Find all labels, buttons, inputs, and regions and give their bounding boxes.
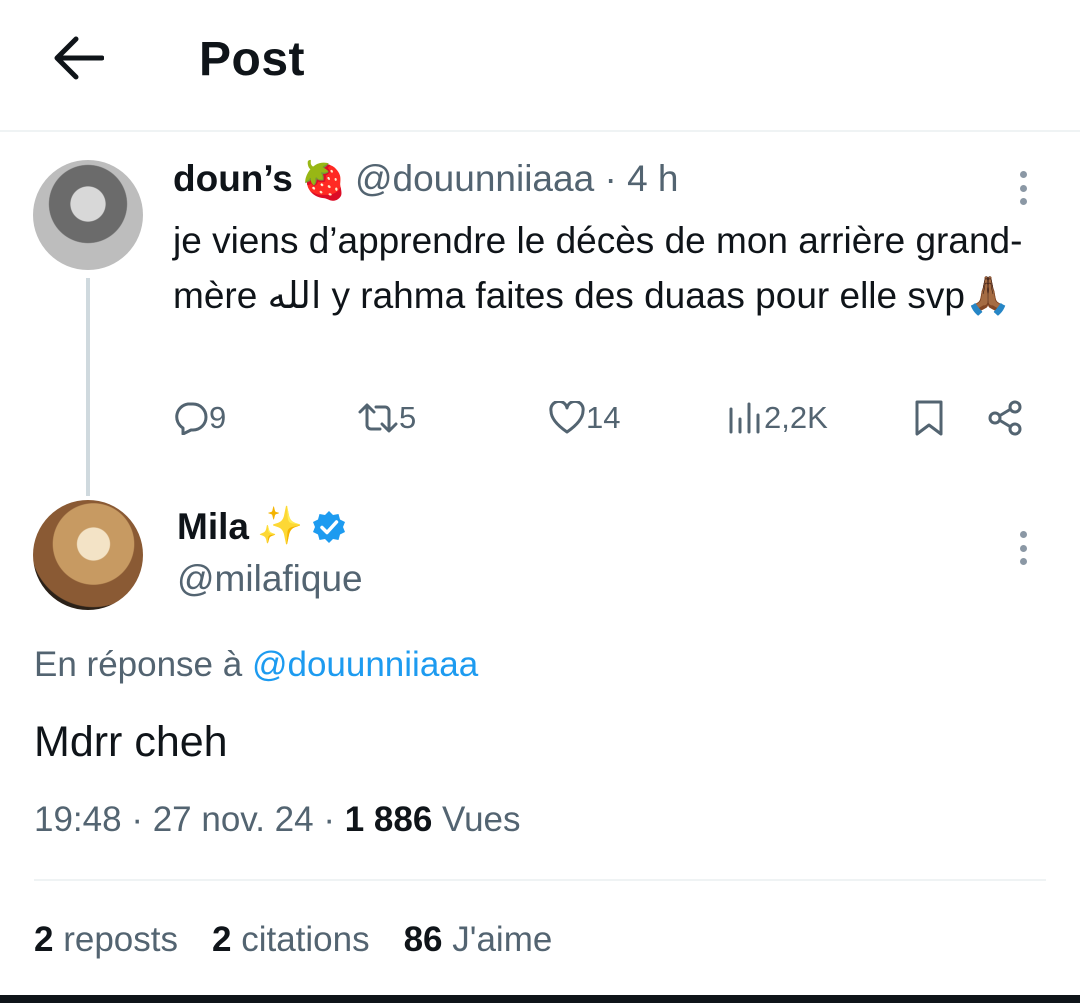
thread-connector [86,278,90,496]
quotes-count: 2 [211,920,232,959]
reply-action[interactable]: 9 [173,388,226,448]
more-options-icon[interactable] [1013,523,1033,573]
views-label: Vues [442,800,521,839]
avatar[interactable] [33,160,143,270]
likes-count: 86 [403,920,443,959]
post-date[interactable]: 27 nov. 24 [153,800,314,839]
arrow-left-icon [54,36,104,80]
sparkles-emoji: ✨ [256,505,304,546]
divider [34,879,1046,881]
repost-icon [358,403,398,433]
bookmark-icon [915,400,943,436]
share-action[interactable] [986,388,1024,448]
post-text: Mdrr cheh [34,718,228,766]
like-count: 14 [586,400,621,435]
top-bar: Post [0,0,1080,132]
post-text: je viens d’apprendre le décès de mon arr… [173,220,1023,316]
bookmark-action[interactable] [913,388,945,448]
username-handle[interactable]: @milafique [177,558,363,600]
username-handle[interactable]: @douunniiaaa [355,158,594,199]
strawberry-emoji: 🍓 [300,159,347,201]
page-title: Post [199,33,306,86]
timestamp-separator: · [323,800,335,839]
focused-post: Mila ✨ @milafique En réponse à @douunnii… [0,493,1080,1003]
reply-count: 9 [209,400,227,435]
in-reply-to: En réponse à @douunniiaaa [34,645,478,685]
parent-post[interactable]: doun’s 🍓 @douunniiaaa · 4 h je viens d’app… [0,133,1080,496]
quotes-stat[interactable]: 2 citations [212,920,370,960]
post-timestamp: 19:48 · 27 nov. 24 · 1 886 Vues [34,800,521,840]
reposts-count: 2 [34,920,54,959]
reply-icon [175,402,208,435]
post-time[interactable]: 4 h [627,158,678,199]
in-reply-prefix: En réponse à [34,645,243,684]
post-actions: 9 5 14 2,2K [173,388,1033,448]
meta-separator: · [604,158,617,199]
likes-stat[interactable]: 86 J'aime [404,920,553,960]
reposts-stat[interactable]: 2 reposts [34,920,178,960]
post-time[interactable]: 19:48 [34,800,122,839]
analytics-icon [729,402,760,434]
views-count: 1 886 [344,800,433,839]
repost-action[interactable]: 5 [357,388,416,448]
verified-badge-icon [313,510,346,543]
post-meta: doun’s 🍓 @douunniiaaa · 4 h [173,158,679,203]
quotes-label: citations [241,920,370,959]
display-name: Mila [177,505,249,547]
views-count: 2,2K [764,400,828,435]
timestamp-separator: · [131,800,143,839]
reply-author[interactable]: Mila ✨ [177,505,347,548]
reposts-label: reposts [63,920,178,959]
views-action[interactable]: 2,2K [726,388,828,448]
bottom-edge [0,995,1080,1003]
back-button[interactable] [48,28,108,88]
repost-count: 5 [399,400,417,435]
like-action[interactable]: 14 [548,388,620,448]
mention-link[interactable]: @douunniiaaa [252,645,478,684]
likes-label: J'aime [452,920,553,959]
display-name[interactable]: doun’s [173,158,293,199]
engagement-stats: 2 reposts 2 citations 86 J'aime [34,920,586,960]
share-icon [988,400,1022,436]
more-options-icon[interactable] [1013,163,1033,213]
heart-icon [549,401,585,434]
